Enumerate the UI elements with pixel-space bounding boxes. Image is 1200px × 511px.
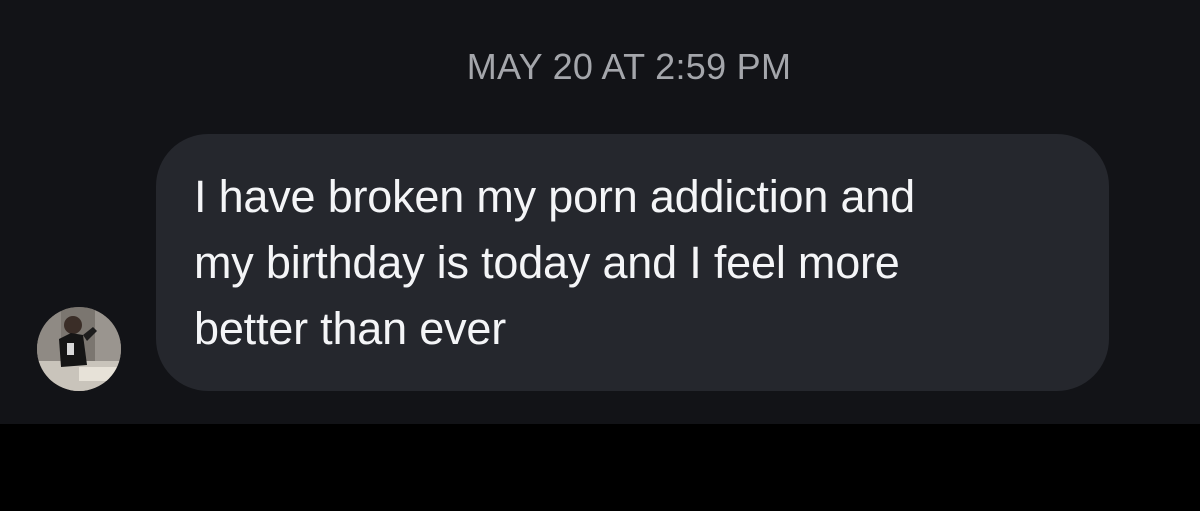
- profile-photo-icon: [37, 307, 121, 391]
- message-timestamp: MAY 20 AT 2:59 PM: [466, 46, 792, 87]
- sender-avatar[interactable]: [37, 307, 121, 391]
- bottom-bar: [0, 424, 1200, 511]
- message-bubble[interactable]: I have broken my porn addiction and my b…: [156, 134, 1109, 391]
- message-line: my birthday is today and I feel more: [194, 237, 900, 288]
- message-text: I have broken my porn addiction and my b…: [194, 164, 1079, 362]
- chat-thread: MAY 20 AT 2:59 PM I have broken my porn …: [0, 0, 1200, 424]
- message-line: better than ever: [194, 303, 506, 354]
- message-line: I have broken my porn addiction and: [194, 171, 915, 222]
